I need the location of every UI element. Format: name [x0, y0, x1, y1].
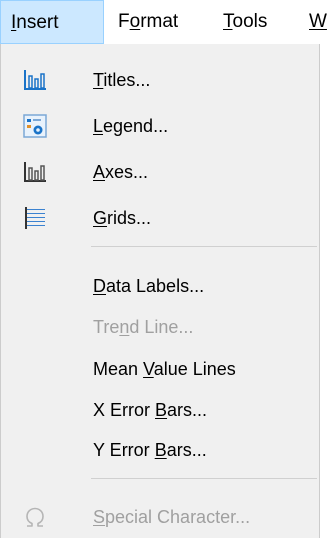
menu-item-titles-label: Titles...: [93, 70, 151, 90]
insert-menu-dropdown: Titles... Legend... Axes... Grids... Dat…: [0, 44, 320, 538]
menu-item-axes-label: Axes...: [93, 162, 149, 182]
menu-format-accel: o: [129, 11, 141, 32]
menu-item-special-character-label: Special Character...: [93, 507, 251, 527]
menu-tools[interactable]: Tools: [223, 0, 267, 44]
menu-item-grids-label: Grids...: [93, 208, 152, 228]
menu-item-legend-label: Legend...: [93, 116, 169, 136]
menu-item-axes[interactable]: Axes...: [1, 152, 319, 192]
menu-separator: [91, 478, 317, 479]
menu-format[interactable]: Format: [118, 0, 178, 44]
menu-item-y-error-bars[interactable]: Y Error Bars...: [1, 430, 319, 470]
chart-grids-icon: [25, 207, 45, 229]
menu-item-trend-line[interactable]: Trend Line...: [1, 307, 319, 347]
menu-item-mean-value-lines-label: Mean Value Lines: [93, 359, 236, 379]
menu-item-legend[interactable]: Legend...: [1, 106, 319, 146]
menu-separator: [91, 246, 317, 247]
chart-titles-icon: [24, 70, 46, 90]
menu-item-y-error-bars-label: Y Error Bars...: [93, 440, 207, 460]
menu-item-mean-value-lines[interactable]: Mean Value Lines: [1, 349, 319, 389]
menu-item-special-character[interactable]: Special Character...: [1, 497, 319, 537]
menu-window-accel: W: [309, 11, 327, 32]
menu-item-grids[interactable]: Grids...: [1, 198, 319, 238]
menu-tools-accel: T: [223, 11, 233, 32]
menu-item-titles[interactable]: Titles...: [1, 60, 319, 100]
menu-item-x-error-bars[interactable]: X Error Bars...: [1, 390, 319, 430]
chart-legend-icon: [23, 114, 47, 138]
menu-window[interactable]: W: [309, 0, 333, 44]
menu-insert[interactable]: Insert: [0, 0, 104, 44]
menu-bar: Insert Format Tools W: [0, 0, 333, 44]
menu-item-trend-line-label: Trend Line...: [93, 317, 194, 337]
omega-icon: [26, 507, 44, 527]
chart-axes-icon: [24, 162, 46, 182]
menu-item-data-labels-label: Data Labels...: [93, 276, 205, 296]
menu-item-x-error-bars-label: X Error Bars...: [93, 400, 208, 420]
menu-item-data-labels[interactable]: Data Labels...: [1, 266, 319, 306]
